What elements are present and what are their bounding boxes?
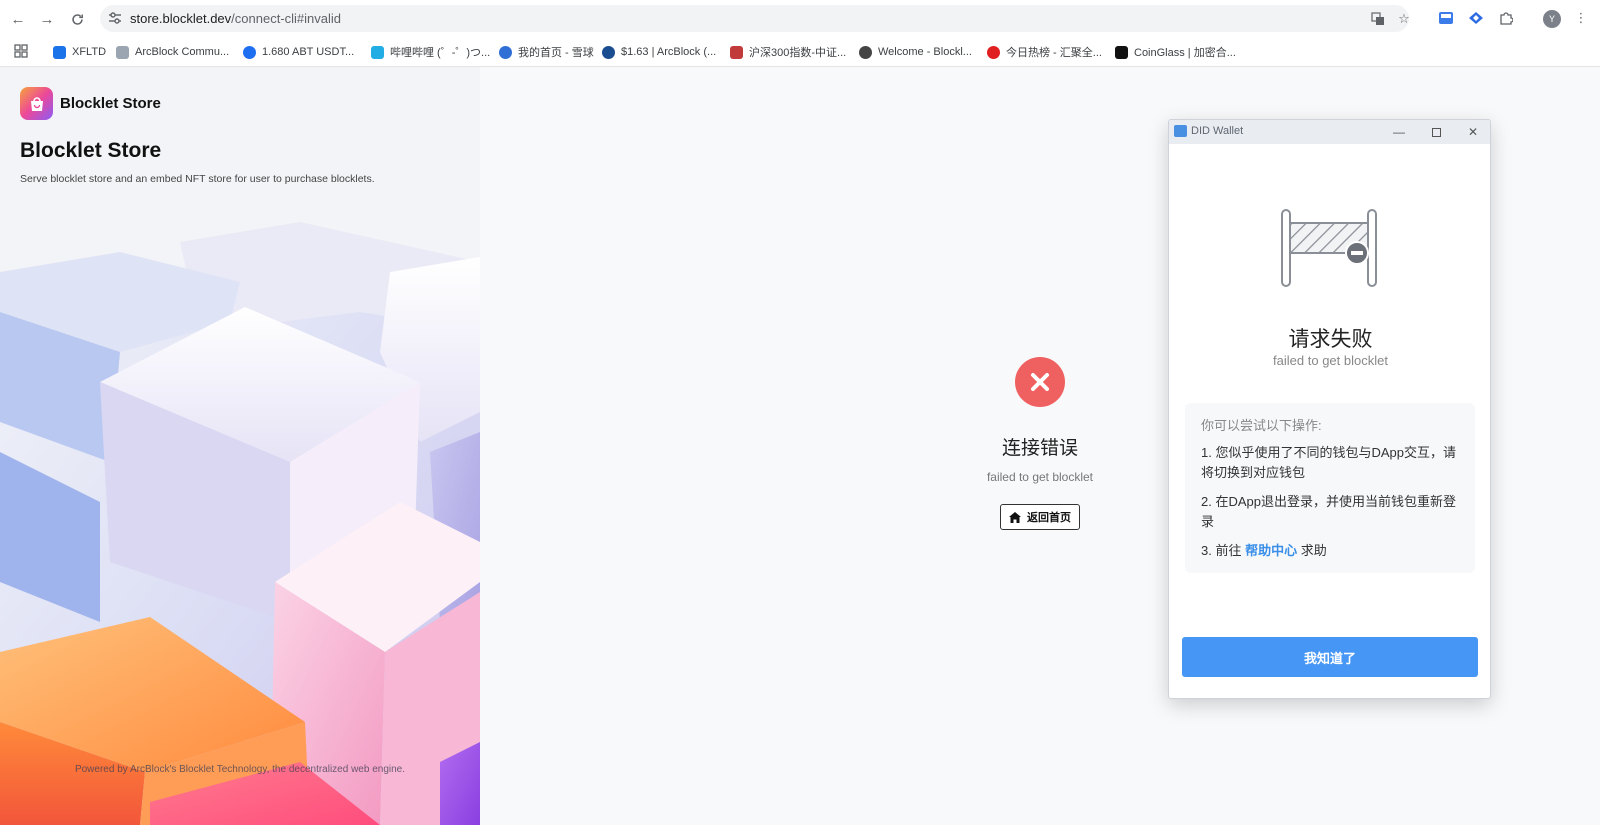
bookmark-item[interactable]: 我的首页 - 雪球 bbox=[499, 43, 594, 61]
bookmark-favicon bbox=[987, 45, 1000, 59]
bookmark-favicon bbox=[116, 45, 129, 59]
cubes-illustration bbox=[0, 202, 480, 825]
brand[interactable]: Blocklet Store bbox=[20, 87, 161, 120]
home-icon bbox=[1009, 511, 1021, 523]
bookmark-item[interactable]: $1.63 | ArcBlock (... bbox=[602, 43, 716, 61]
page-description: Serve blocklet store and an embed NFT st… bbox=[20, 173, 375, 185]
did-wallet-extension-icon[interactable] bbox=[1437, 9, 1455, 27]
blocklet-store-logo-icon bbox=[20, 87, 53, 120]
reload-icon[interactable] bbox=[66, 8, 88, 30]
bookmark-favicon bbox=[602, 45, 615, 59]
wallet-heading: 请求失败 bbox=[1288, 328, 1373, 351]
back-home-button[interactable]: 返回首页 bbox=[1000, 504, 1080, 530]
forward-icon[interactable]: → bbox=[36, 8, 58, 30]
got-it-button[interactable]: 我知道了 bbox=[1182, 637, 1478, 677]
address-bar[interactable]: store.blocklet.dev/connect-cli#invalid ☆ bbox=[100, 5, 1410, 32]
window-title: DID Wallet bbox=[1191, 125, 1244, 137]
page-title: Blocklet Store bbox=[20, 139, 162, 162]
tip-item: 1. 您似乎使用了不同的钱包与DApp交互，请将切换到对应钱包 bbox=[1201, 445, 1456, 480]
bookmark-item[interactable]: 沪深300指数-中证... bbox=[730, 43, 846, 61]
maximize-icon[interactable] bbox=[1428, 124, 1444, 140]
tip-item: 2. 在DApp退出登录，并使用当前钱包重新登录 bbox=[1201, 494, 1456, 529]
connect-error: 连接错误 failed to get blocklet 返回首页 bbox=[940, 357, 1140, 530]
bookmarks-bar: XFLTD ArcBlock Commu... 1.680 ABT USDT..… bbox=[0, 37, 1600, 67]
translate-icon[interactable] bbox=[1369, 10, 1387, 28]
bookmark-item[interactable]: 今日热榜 - 汇聚全... bbox=[987, 43, 1102, 61]
bookmark-item[interactable]: XFLTD bbox=[53, 43, 106, 61]
bookmark-item[interactable]: 1.680 ABT USDT... bbox=[243, 43, 354, 61]
bookmark-favicon bbox=[859, 45, 872, 59]
brand-name: Blocklet Store bbox=[60, 95, 161, 112]
bookmark-favicon bbox=[1115, 45, 1128, 59]
apps-grid-icon[interactable] bbox=[14, 44, 28, 58]
error-subtitle: failed to get blocklet bbox=[986, 470, 1094, 484]
site-settings-icon[interactable] bbox=[108, 11, 122, 25]
bookmark-favicon bbox=[499, 45, 512, 59]
help-center-link[interactable]: 帮助中心 bbox=[1245, 543, 1297, 558]
left-panel: Blocklet Store Blocklet Store Serve bloc… bbox=[0, 67, 480, 825]
bookmark-item[interactable]: CoinGlass | 加密合... bbox=[1115, 43, 1236, 61]
bookmark-favicon bbox=[730, 45, 743, 59]
profile-avatar[interactable]: Y bbox=[1543, 10, 1561, 28]
bookmark-favicon bbox=[243, 45, 256, 59]
did-wallet-window: DID Wallet — ✕ 请求失败 failed to get blockl… bbox=[1168, 119, 1491, 699]
back-home-label: 返回首页 bbox=[1027, 512, 1071, 524]
extension-diamond-icon[interactable] bbox=[1467, 9, 1485, 27]
did-wallet-app-icon bbox=[1174, 125, 1187, 137]
extensions-puzzle-icon[interactable] bbox=[1497, 9, 1515, 27]
back-icon[interactable]: ← bbox=[7, 8, 29, 30]
bookmark-item[interactable]: Welcome - Blockl... bbox=[859, 43, 972, 61]
wallet-subheading: failed to get blocklet bbox=[1273, 353, 1388, 368]
bookmark-favicon bbox=[371, 45, 384, 59]
barrier-blocked-icon bbox=[1281, 209, 1377, 287]
bookmark-favicon bbox=[53, 45, 66, 59]
bookmark-item[interactable]: ArcBlock Commu... bbox=[116, 43, 229, 61]
tips-heading: 你可以尝试以下操作: bbox=[1201, 418, 1322, 433]
chrome-menu-icon[interactable]: ⋮ bbox=[1572, 9, 1590, 27]
url-text: store.blocklet.dev/connect-cli#invalid bbox=[130, 11, 342, 26]
bookmark-item[interactable]: 哔哩哔哩 (゜-゜)つ... bbox=[371, 43, 490, 61]
powered-by-text: Powered by ArcBlock's Blocklet Technolog… bbox=[74, 764, 406, 775]
troubleshooting-tips: 你可以尝试以下操作: 1. 您似乎使用了不同的钱包与DApp交互，请将切换到对应… bbox=[1185, 403, 1475, 573]
close-icon[interactable]: ✕ bbox=[1465, 124, 1481, 140]
error-x-icon bbox=[1015, 357, 1065, 407]
tip-item: 3. 前往 帮助中心 求助 bbox=[1201, 543, 1327, 558]
minimize-icon[interactable]: — bbox=[1391, 124, 1407, 140]
bookmark-star-icon[interactable]: ☆ bbox=[1395, 10, 1413, 28]
error-title: 连接错误 bbox=[1001, 438, 1078, 459]
browser-toolbar: ← → store.blocklet.dev/connect-cli#inval… bbox=[0, 0, 1600, 37]
window-titlebar[interactable]: DID Wallet — ✕ bbox=[1169, 120, 1490, 144]
